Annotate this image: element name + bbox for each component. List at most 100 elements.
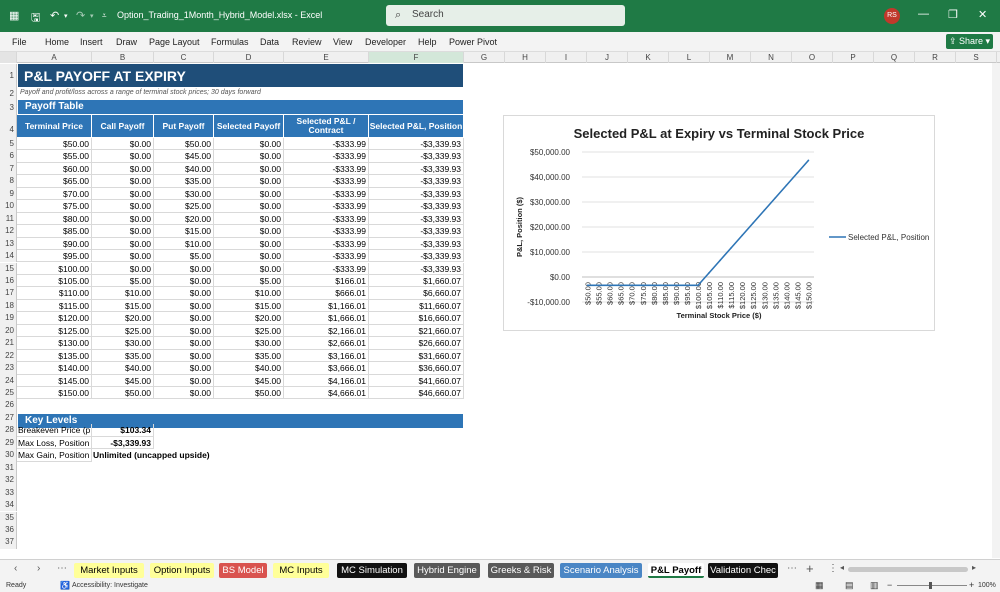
table-cell[interactable]: -$3,339.93 xyxy=(369,200,464,213)
hscroll-right-icon[interactable]: ▸ xyxy=(972,563,976,572)
table-cell[interactable]: -$3,339.93 xyxy=(369,175,464,188)
table-cell[interactable]: -$3,339.93 xyxy=(369,225,464,238)
table-cell[interactable]: $166.01 xyxy=(284,274,369,288)
row-header[interactable]: 12 xyxy=(0,225,17,238)
status-accessibility[interactable]: Accessibility: Investigate xyxy=(72,582,148,589)
column-header[interactable]: K xyxy=(628,52,669,63)
row-header[interactable]: 4 xyxy=(0,115,17,138)
table-cell[interactable]: $0.00 xyxy=(92,175,154,188)
row-header[interactable]: 31 xyxy=(0,461,17,475)
table-cell[interactable]: $80.00 xyxy=(17,212,92,226)
column-header[interactable]: G xyxy=(464,52,505,63)
sheet-tab[interactable]: Scenario Analysis xyxy=(560,563,642,578)
table-cell[interactable]: $20.00 xyxy=(154,212,214,226)
table-cell[interactable]: $25.00 xyxy=(214,324,284,338)
row-header[interactable]: 21 xyxy=(0,337,17,350)
table-cell[interactable]: $5.00 xyxy=(92,274,154,288)
key-level-value[interactable]: $103.34 xyxy=(92,424,154,437)
row-header[interactable]: 27 xyxy=(0,411,17,425)
table-header-cell[interactable]: Selected P&L, Position xyxy=(369,115,463,137)
table-cell[interactable]: $70.00 xyxy=(17,187,92,201)
table-cell[interactable]: $0.00 xyxy=(154,262,214,275)
table-cell[interactable]: $0.00 xyxy=(154,362,214,375)
table-cell[interactable]: $0.00 xyxy=(92,212,154,226)
menu-formulas[interactable]: Formulas xyxy=(211,37,249,47)
close-icon[interactable]: ✕ xyxy=(978,8,987,21)
undo-dropdown-icon[interactable]: ▾ xyxy=(64,12,68,20)
key-level-value[interactable]: -$3,339.93 xyxy=(92,436,154,450)
row-header[interactable]: 7 xyxy=(0,162,17,176)
page-break-view-icon[interactable]: ▥ xyxy=(870,580,879,591)
sheet-tab[interactable]: Validation Chec xyxy=(708,563,778,578)
table-cell[interactable]: $26,660.07 xyxy=(369,337,464,350)
sheet-tab[interactable]: BS Model xyxy=(219,563,267,578)
table-cell[interactable]: -$3,339.93 xyxy=(369,138,464,151)
table-cell[interactable]: $16,660.07 xyxy=(369,312,464,325)
row-header[interactable]: 6 xyxy=(0,150,17,163)
menu-page-layout[interactable]: Page Layout xyxy=(149,37,200,47)
table-cell[interactable]: $45.00 xyxy=(154,150,214,163)
table-cell[interactable]: $1,660.07 xyxy=(369,274,464,288)
table-cell[interactable]: -$333.99 xyxy=(284,262,369,275)
table-cell[interactable]: $90.00 xyxy=(17,237,92,251)
table-cell[interactable]: $40.00 xyxy=(214,362,284,375)
row-header[interactable]: 5 xyxy=(0,138,17,151)
table-cell[interactable]: $135.00 xyxy=(17,349,92,363)
table-cell[interactable]: $10.00 xyxy=(92,287,154,300)
row-header[interactable]: 35 xyxy=(0,511,17,524)
table-cell[interactable]: $15.00 xyxy=(92,299,154,313)
table-cell[interactable]: $25.00 xyxy=(154,200,214,213)
zoom-out-icon[interactable]: − xyxy=(887,580,892,590)
search-box[interactable]: ⌕ Search xyxy=(386,5,625,26)
column-header[interactable]: F xyxy=(369,52,464,63)
table-cell[interactable]: $0.00 xyxy=(214,150,284,163)
sheet-tab[interactable]: MC Inputs xyxy=(273,563,329,578)
row-header[interactable]: 33 xyxy=(0,486,17,500)
table-cell[interactable]: $60.00 xyxy=(17,162,92,176)
table-cell[interactable]: $35.00 xyxy=(154,175,214,188)
table-cell[interactable]: $105.00 xyxy=(17,274,92,288)
table-cell[interactable]: $0.00 xyxy=(214,250,284,263)
table-cell[interactable]: $1,166.01 xyxy=(284,299,369,313)
row-header[interactable]: 16 xyxy=(0,274,17,288)
table-header-cell[interactable]: Terminal Price xyxy=(17,115,91,137)
table-cell[interactable]: -$333.99 xyxy=(284,162,369,176)
row-header[interactable]: 29 xyxy=(0,436,17,450)
sheet-title[interactable]: P&L PAYOFF AT EXPIRY xyxy=(18,64,463,87)
row-header[interactable]: 14 xyxy=(0,250,17,263)
table-cell[interactable]: $0.00 xyxy=(92,237,154,251)
table-cell[interactable]: $2,666.01 xyxy=(284,337,369,350)
table-cell[interactable]: $4,666.01 xyxy=(284,387,369,400)
sheet-tab[interactable]: P&L Payoff xyxy=(648,563,704,578)
table-cell[interactable]: $0.00 xyxy=(154,349,214,363)
table-cell[interactable]: $50.00 xyxy=(92,387,154,400)
menu-power-pivot[interactable]: Power Pivot xyxy=(449,37,497,47)
table-cell[interactable]: $0.00 xyxy=(214,138,284,151)
zoom-slider[interactable] xyxy=(897,585,967,586)
table-cell[interactable]: $125.00 xyxy=(17,324,92,338)
tab-scroll-left-icon[interactable]: ‹ xyxy=(14,563,17,574)
row-header[interactable]: 1 xyxy=(0,64,17,88)
menu-data[interactable]: Data xyxy=(260,37,279,47)
table-cell[interactable]: $21,660.07 xyxy=(369,324,464,338)
redo-dropdown-icon[interactable]: ▾ xyxy=(90,12,94,20)
table-cell[interactable]: $3,666.01 xyxy=(284,362,369,375)
table-cell[interactable]: $0.00 xyxy=(92,200,154,213)
table-cell[interactable]: $0.00 xyxy=(154,374,214,387)
column-header[interactable]: L xyxy=(669,52,710,63)
table-cell[interactable]: $65.00 xyxy=(17,175,92,188)
table-cell[interactable]: -$333.99 xyxy=(284,212,369,226)
normal-view-icon[interactable]: ▦ xyxy=(815,580,824,591)
table-cell[interactable]: -$333.99 xyxy=(284,200,369,213)
more-tabs-right-icon[interactable]: ⋯ xyxy=(787,563,797,574)
table-cell[interactable]: $0.00 xyxy=(154,387,214,400)
sheet-menu-icon[interactable]: ⋮ xyxy=(828,563,838,574)
table-cell[interactable]: $0.00 xyxy=(214,225,284,238)
column-header[interactable]: M xyxy=(710,52,751,63)
table-cell[interactable]: -$3,339.93 xyxy=(369,150,464,163)
column-header[interactable]: H xyxy=(505,52,546,63)
key-level-label[interactable]: Max Loss, Position xyxy=(17,436,92,450)
column-header[interactable]: R xyxy=(915,52,956,63)
table-cell[interactable]: $55.00 xyxy=(17,150,92,163)
table-header-cell[interactable]: Selected P&L / Contract xyxy=(284,115,368,137)
